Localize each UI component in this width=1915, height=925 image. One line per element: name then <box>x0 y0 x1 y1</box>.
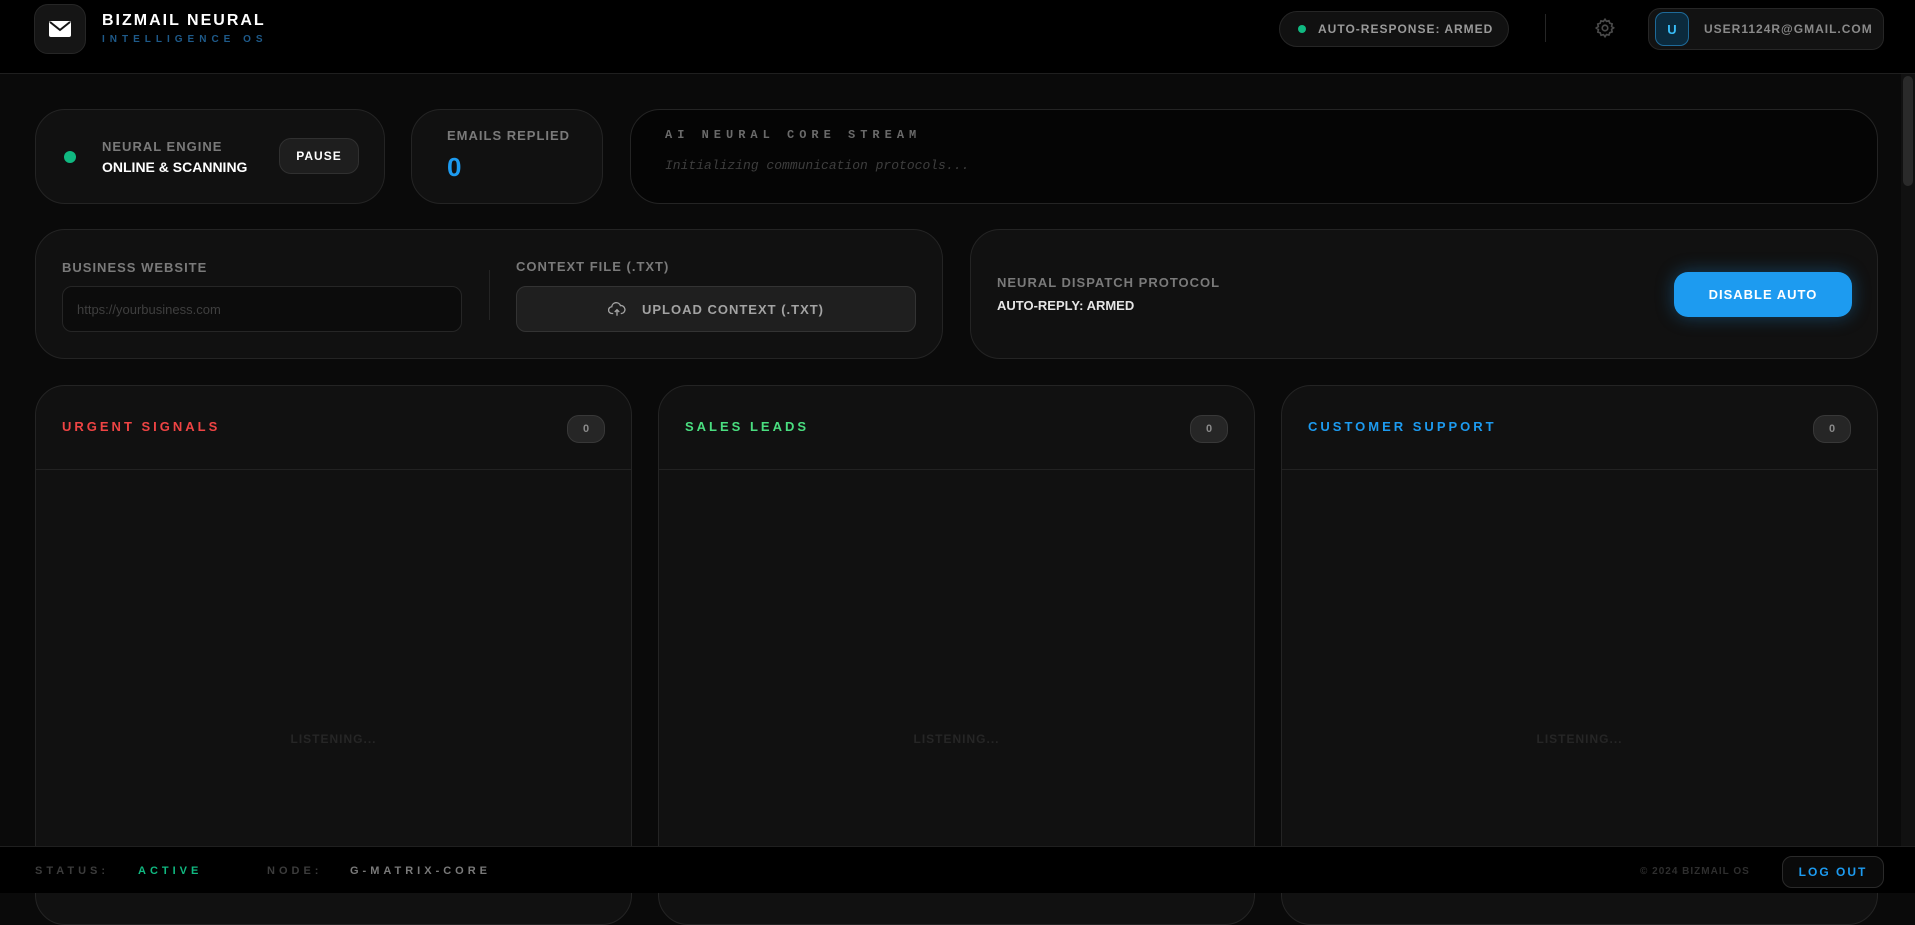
upload-context-label: UPLOAD CONTEXT (.TXT) <box>641 301 825 317</box>
column-empty-state: LISTENING... <box>290 732 377 746</box>
user-email: USER1124R@GMAIL.COM <box>1704 22 1873 36</box>
website-label: BUSINESS WEBSITE <box>62 260 208 275</box>
config-divider <box>489 270 490 320</box>
footer-node-value: G-MATRIX-CORE <box>350 865 492 877</box>
sales-leads-column: SALES LEADS 0 LISTENING... <box>658 385 1255 925</box>
column-title: SALES LEADS <box>685 419 810 434</box>
dispatch-label: NEURAL DISPATCH PROTOCOL <box>997 275 1221 290</box>
neural-engine-card: NEURAL ENGINE ONLINE & SCANNING PAUSE <box>35 109 385 204</box>
logout-button[interactable]: LOG OUT <box>1782 856 1884 888</box>
autoresponse-status-badge: AUTO-RESPONSE: ARMED <box>1279 11 1509 47</box>
emails-replied-card: EMAILS REPLIED 0 <box>411 109 603 204</box>
copyright-text: © 2024 BIZMAIL OS <box>1640 866 1750 877</box>
engine-label: NEURAL ENGINE <box>102 139 223 154</box>
column-count-badge: 0 <box>567 415 605 443</box>
stream-message: Initializing communication protocols... <box>665 158 970 173</box>
footer-status-label: STATUS: <box>35 865 110 877</box>
logo <box>34 4 86 54</box>
emails-replied-count: 0 <box>447 152 462 182</box>
column-count-badge: 0 <box>1813 415 1851 443</box>
column-header: SALES LEADS 0 <box>659 386 1254 470</box>
user-account-menu[interactable]: U USER1124R@GMAIL.COM <box>1648 8 1884 50</box>
footer-status-value: ACTIVE <box>138 865 203 877</box>
neural-core-stream: AI NEURAL CORE STREAM Initializing commu… <box>630 109 1878 204</box>
status-dot-icon <box>1298 25 1306 33</box>
dispatch-status: AUTO-REPLY: ARMED <box>997 298 1135 313</box>
engine-status: ONLINE & SCANNING <box>102 159 248 175</box>
column-empty-state: LISTENING... <box>1536 732 1623 746</box>
status-footer: STATUS: ACTIVE NODE: G-MATRIX-CORE © 202… <box>0 846 1915 893</box>
customer-support-column: CUSTOMER SUPPORT 0 LISTENING... <box>1281 385 1878 925</box>
brand-title: BIZMAIL NEURAL <box>102 12 266 29</box>
website-input[interactable] <box>62 286 462 332</box>
pause-button[interactable]: PAUSE <box>279 138 359 174</box>
context-file-label: CONTEXT FILE (.TXT) <box>516 259 670 274</box>
column-count-badge: 0 <box>1190 415 1228 443</box>
column-title: URGENT SIGNALS <box>62 419 221 434</box>
scrollbar-thumb[interactable] <box>1903 76 1913 186</box>
gear-icon <box>1594 17 1616 39</box>
dispatch-protocol-card: NEURAL DISPATCH PROTOCOL AUTO-REPLY: ARM… <box>970 229 1878 359</box>
disable-auto-button[interactable]: DISABLE AUTO <box>1674 272 1852 317</box>
column-title: CUSTOMER SUPPORT <box>1308 419 1497 434</box>
avatar: U <box>1655 12 1689 46</box>
header-divider <box>1545 14 1546 42</box>
autoresponse-status-text: AUTO-RESPONSE: ARMED <box>1318 22 1494 36</box>
engine-online-dot-icon <box>64 151 76 163</box>
settings-button[interactable] <box>1592 15 1618 41</box>
stream-label: AI NEURAL CORE STREAM <box>665 128 922 142</box>
brand-subtitle: INTELLIGENCE OS <box>102 34 268 45</box>
upload-context-button[interactable]: UPLOAD CONTEXT (.TXT) <box>516 286 916 332</box>
column-header: URGENT SIGNALS 0 <box>36 386 631 470</box>
urgent-signals-column: URGENT SIGNALS 0 LISTENING... <box>35 385 632 925</box>
top-bar: BIZMAIL NEURAL INTELLIGENCE OS AUTO-RESP… <box>0 0 1915 74</box>
cloud-upload-icon <box>607 302 626 316</box>
column-header: CUSTOMER SUPPORT 0 <box>1282 386 1877 470</box>
footer-node-label: NODE: <box>267 865 323 877</box>
mail-icon <box>49 21 71 37</box>
column-empty-state: LISTENING... <box>913 732 1000 746</box>
page-scrollbar[interactable] <box>1901 74 1915 846</box>
business-config-card: BUSINESS WEBSITE CONTEXT FILE (.TXT) UPL… <box>35 229 943 359</box>
emails-replied-label: EMAILS REPLIED <box>447 128 571 143</box>
